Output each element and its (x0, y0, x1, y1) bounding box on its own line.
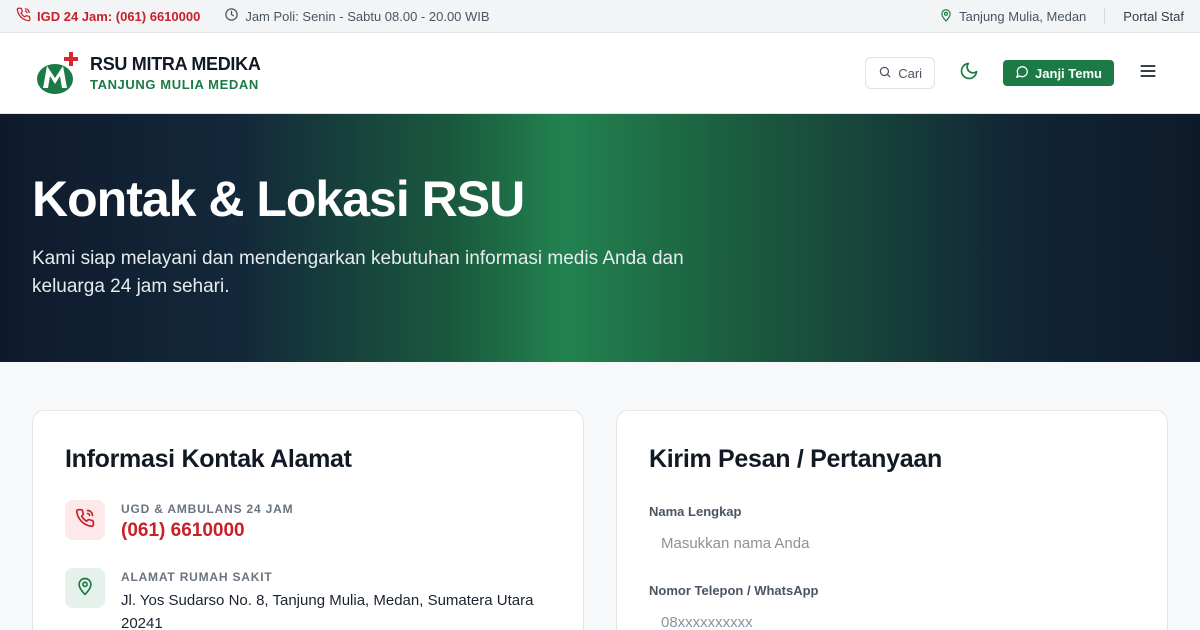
hospital-location: TANJUNG MULIA MEDAN (90, 77, 259, 92)
address-label: ALAMAT RUMAH SAKIT (121, 570, 273, 584)
brand-text: RSU MITRA MEDIKA TANJUNG MULIA MEDAN (90, 54, 261, 92)
page-title: Kontak & Lokasi RSU (32, 171, 525, 227)
phone-icon (16, 7, 31, 25)
address-text: ALAMAT RUMAH SAKIT Jl. Yos Sudarso No. 8… (121, 568, 551, 630)
phone-field-label: Nomor Telepon / WhatsApp (649, 583, 819, 598)
address-value: Jl. Yos Sudarso No. 8, Tanjung Mulia, Me… (121, 592, 534, 630)
map-pin-icon (939, 8, 953, 25)
divider (1104, 8, 1106, 24)
top-info-bar: IGD 24 Jam: (061) 6610000 Jam Poli: Seni… (0, 0, 1200, 33)
address-icon-box (65, 568, 105, 608)
clinic-hours-text: Jam Poli: Senin - Sabtu 08.00 - 20.00 WI… (245, 8, 490, 24)
message-form-title: Kirim Pesan / Pertanyaan (649, 445, 942, 473)
moon-icon (959, 61, 979, 86)
location-info: Tanjung Mulia, Medan (939, 8, 1086, 25)
hero-banner: Kontak & Lokasi RSU Kami siap melayani d… (0, 114, 1200, 362)
search-button-label: Cari (898, 65, 923, 81)
page-subtitle: Kami siap melayani dan mendengarkan kebu… (32, 248, 684, 297)
clinic-hours: Jam Poli: Senin - Sabtu 08.00 - 20.00 WI… (224, 7, 490, 25)
emergency-contact: UGD & AMBULANS 24 JAM (061) 6610000 (65, 500, 551, 542)
igd-hotline-text: IGD 24 Jam: (061) 6610000 (37, 8, 201, 24)
phone-input[interactable] (649, 604, 1135, 630)
menu-icon (1138, 61, 1158, 86)
name-field-label: Nama Lengkap (649, 504, 742, 519)
contact-info-card: Informasi Kontak Alamat UGD & AMBULANS 2… (32, 410, 584, 630)
site-header: RSU MITRA MEDIKA TANJUNG MULIA MEDAN Car… (0, 33, 1200, 114)
clock-icon (224, 7, 239, 25)
header-actions: Cari Janji Temu (865, 57, 1164, 89)
emergency-icon-box (65, 500, 105, 540)
dark-mode-toggle[interactable] (953, 57, 985, 89)
contact-info-title: Informasi Kontak Alamat (65, 445, 352, 473)
name-input[interactable] (649, 525, 1135, 561)
search-icon (878, 65, 892, 82)
emergency-label: UGD & AMBULANS 24 JAM (121, 502, 294, 516)
igd-hotline[interactable]: IGD 24 Jam: (061) 6610000 (16, 7, 200, 25)
search-button[interactable]: Cari (865, 57, 936, 89)
hospital-name: RSU MITRA MEDIKA (90, 54, 261, 74)
appointment-button-label: Janji Temu (1035, 65, 1102, 81)
hospital-logo (36, 50, 80, 96)
brand-logo-link[interactable]: RSU MITRA MEDIKA TANJUNG MULIA MEDAN (36, 50, 865, 96)
chat-icon (1015, 65, 1029, 82)
map-pin-icon (75, 576, 95, 601)
emergency-phone[interactable]: (061) 6610000 (121, 520, 293, 542)
appointment-button[interactable]: Janji Temu (1003, 60, 1114, 86)
portal-staf-link[interactable]: Portal Staf (1123, 9, 1184, 24)
top-info-left: IGD 24 Jam: (061) 6610000 Jam Poli: Seni… (16, 7, 939, 25)
emergency-text: UGD & AMBULANS 24 JAM (061) 6610000 (121, 500, 293, 542)
menu-button[interactable] (1132, 57, 1164, 89)
location-text: Tanjung Mulia, Medan (959, 8, 1087, 24)
phone-icon (75, 508, 95, 533)
address-info: ALAMAT RUMAH SAKIT Jl. Yos Sudarso No. 8… (65, 568, 551, 630)
message-form-card: Kirim Pesan / Pertanyaan Nama Lengkap No… (616, 410, 1168, 630)
top-info-right: Tanjung Mulia, Medan Portal Staf (939, 8, 1184, 25)
